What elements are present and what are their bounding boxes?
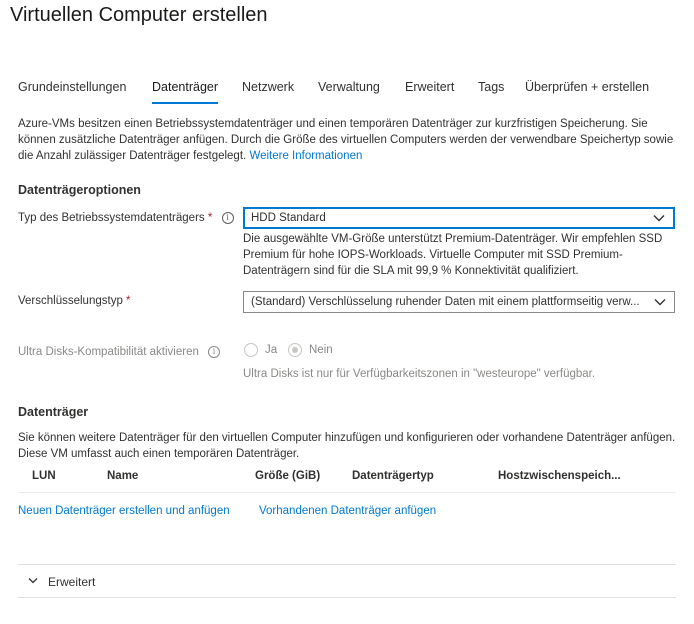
chevron-down-icon xyxy=(28,578,38,584)
info-icon[interactable]: i xyxy=(208,346,221,358)
encryption-type-label-text: Verschlüsselungstyp xyxy=(18,295,123,307)
attach-existing-disk-link[interactable]: Vorhandenen Datenträger anfügen xyxy=(259,505,436,517)
column-header-size: Größe (GiB) xyxy=(255,470,321,482)
tab-datentraeger[interactable]: Datenträger xyxy=(152,80,219,104)
column-header-lun: LUN xyxy=(32,470,56,482)
table-divider xyxy=(18,492,676,493)
tab-ueberpruefen-erstellen[interactable]: Überprüfen + erstellen xyxy=(525,80,649,94)
create-attach-disk-link[interactable]: Neuen Datenträger erstellen und anfügen xyxy=(18,505,230,517)
os-disk-type-value: HDD Standard xyxy=(251,212,326,224)
encryption-type-value: (Standard) Verschlüsselung ruhender Date… xyxy=(251,296,640,308)
ultra-disks-radio-nein[interactable]: Nein xyxy=(288,343,333,357)
info-icon[interactable]: i xyxy=(221,212,234,224)
tab-erweitert[interactable]: Erweitert xyxy=(405,80,454,94)
ultra-disks-help: Ultra Disks ist nur für Verfügbarkeitszo… xyxy=(243,368,596,380)
radio-label-ja: Ja xyxy=(265,344,278,356)
tab-tags[interactable]: Tags xyxy=(478,80,504,94)
chevron-down-icon xyxy=(653,215,665,222)
column-header-disk-type: Datenträgertyp xyxy=(352,470,434,482)
column-header-host-caching: Hostzwischenspeich... xyxy=(498,470,621,482)
data-disks-description: Sie können weitere Datenträger für den v… xyxy=(18,432,676,460)
disk-options-heading: Datenträgeroptionen xyxy=(18,183,141,197)
encryption-type-dropdown[interactable]: (Standard) Verschlüsselung ruhender Date… xyxy=(243,291,675,313)
required-mark: * xyxy=(126,295,131,307)
chevron-down-icon xyxy=(654,299,666,306)
tab-verwaltung[interactable]: Verwaltung xyxy=(318,80,380,94)
intro-text: Azure-VMs besitzen einen Betriebssystemd… xyxy=(18,116,680,164)
encryption-type-label: Verschlüsselungstyp * xyxy=(18,295,131,307)
radio-label-nein: Nein xyxy=(309,344,333,356)
column-header-name: Name xyxy=(107,470,139,482)
tab-grundeinstellungen[interactable]: Grundeinstellungen xyxy=(18,80,126,94)
radio-button[interactable] xyxy=(244,343,258,357)
os-disk-type-label-text: Typ des Betriebssystemdatenträgers xyxy=(18,212,205,224)
data-disks-heading: Datenträger xyxy=(18,405,89,419)
learn-more-link[interactable]: Weitere Informationen xyxy=(249,150,362,162)
advanced-expander[interactable]: Erweitert xyxy=(18,564,676,598)
ultra-disks-label-text: Ultra Disks-Kompatibilität aktivieren xyxy=(18,346,199,358)
os-disk-type-label: Typ des Betriebssystemdatenträgers * i xyxy=(18,212,234,224)
advanced-expander-label: Erweitert xyxy=(48,575,96,589)
os-disk-type-help: Die ausgewählte VM-Größe unterstützt Pre… xyxy=(243,233,663,277)
radio-button-checked[interactable] xyxy=(288,343,302,357)
required-mark: * xyxy=(207,212,213,224)
ultra-disks-label: Ultra Disks-Kompatibilität aktivieren i xyxy=(18,346,221,358)
os-disk-type-dropdown[interactable]: HDD Standard xyxy=(243,207,675,229)
page-title: Virtuellen Computer erstellen xyxy=(10,4,268,26)
tab-netzwerk[interactable]: Netzwerk xyxy=(242,80,294,94)
ultra-disks-radio-ja[interactable]: Ja xyxy=(244,343,277,357)
